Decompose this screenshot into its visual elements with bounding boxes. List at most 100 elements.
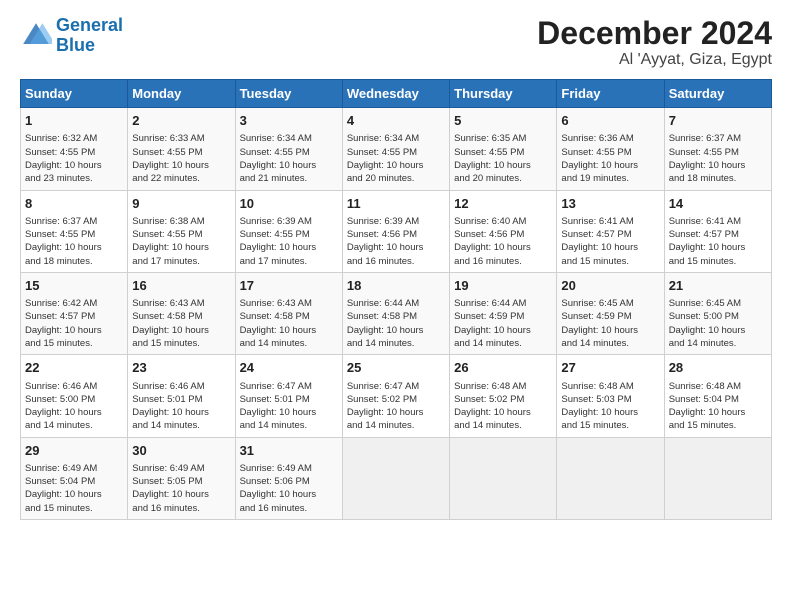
day-number: 4 — [347, 112, 445, 130]
day-info-line: Daylight: 10 hours — [561, 324, 659, 337]
day-info-line: Daylight: 10 hours — [25, 159, 123, 172]
calendar-cell: 4Sunrise: 6:34 AMSunset: 4:55 PMDaylight… — [342, 108, 449, 190]
logo-icon — [20, 20, 52, 52]
day-info-line: Sunrise: 6:34 AM — [347, 132, 445, 145]
day-info-line: Sunset: 5:00 PM — [669, 310, 767, 323]
day-number: 5 — [454, 112, 552, 130]
day-info-line: Sunrise: 6:47 AM — [347, 380, 445, 393]
day-number: 21 — [669, 277, 767, 295]
calendar-cell: 13Sunrise: 6:41 AMSunset: 4:57 PMDayligh… — [557, 190, 664, 272]
day-info-line: Sunrise: 6:32 AM — [25, 132, 123, 145]
weekday-header-row: Sunday Monday Tuesday Wednesday Thursday… — [21, 80, 772, 108]
day-info-line: Daylight: 10 hours — [669, 406, 767, 419]
day-info-line: and 14 minutes. — [669, 337, 767, 350]
day-info-line: Sunrise: 6:48 AM — [669, 380, 767, 393]
day-number: 2 — [132, 112, 230, 130]
calendar-cell: 8Sunrise: 6:37 AMSunset: 4:55 PMDaylight… — [21, 190, 128, 272]
day-info-line: Daylight: 10 hours — [454, 159, 552, 172]
day-info-line: Sunset: 5:00 PM — [25, 393, 123, 406]
day-number: 23 — [132, 359, 230, 377]
logo: General Blue — [20, 16, 123, 56]
header-monday: Monday — [128, 80, 235, 108]
calendar-body: 1Sunrise: 6:32 AMSunset: 4:55 PMDaylight… — [21, 108, 772, 520]
day-info-line: and 16 minutes. — [240, 502, 338, 515]
day-info-line: Sunrise: 6:48 AM — [561, 380, 659, 393]
calendar-cell: 24Sunrise: 6:47 AMSunset: 5:01 PMDayligh… — [235, 355, 342, 437]
day-info-line: Daylight: 10 hours — [25, 406, 123, 419]
day-info-line: and 14 minutes. — [347, 419, 445, 432]
day-info-line: and 21 minutes. — [240, 172, 338, 185]
calendar-cell: 16Sunrise: 6:43 AMSunset: 4:58 PMDayligh… — [128, 272, 235, 354]
day-info-line: Sunset: 5:02 PM — [454, 393, 552, 406]
day-number: 10 — [240, 195, 338, 213]
day-info-line: Sunrise: 6:49 AM — [25, 462, 123, 475]
day-info-line: and 16 minutes. — [347, 255, 445, 268]
calendar-cell: 7Sunrise: 6:37 AMSunset: 4:55 PMDaylight… — [664, 108, 771, 190]
day-info-line: Daylight: 10 hours — [347, 406, 445, 419]
day-info-line: Daylight: 10 hours — [240, 159, 338, 172]
day-info-line: and 14 minutes. — [347, 337, 445, 350]
day-info-line: Sunrise: 6:34 AM — [240, 132, 338, 145]
day-info-line: Sunset: 4:55 PM — [132, 146, 230, 159]
day-info-line: Daylight: 10 hours — [347, 324, 445, 337]
day-info-line: and 15 minutes. — [669, 255, 767, 268]
day-info-line: Sunset: 4:58 PM — [132, 310, 230, 323]
day-info-line: and 17 minutes. — [240, 255, 338, 268]
day-info-line: Sunset: 5:02 PM — [347, 393, 445, 406]
day-info-line: and 15 minutes. — [561, 255, 659, 268]
day-info-line: Sunset: 4:59 PM — [561, 310, 659, 323]
day-number: 28 — [669, 359, 767, 377]
calendar-table: Sunday Monday Tuesday Wednesday Thursday… — [20, 79, 772, 520]
day-info-line: Sunset: 4:56 PM — [454, 228, 552, 241]
day-info-line: Sunset: 4:55 PM — [347, 146, 445, 159]
day-info-line: Sunset: 4:55 PM — [240, 228, 338, 241]
day-number: 11 — [347, 195, 445, 213]
day-info-line: Daylight: 10 hours — [454, 324, 552, 337]
day-info-line: Sunrise: 6:33 AM — [132, 132, 230, 145]
day-info-line: Sunset: 5:06 PM — [240, 475, 338, 488]
day-info-line: and 15 minutes. — [132, 337, 230, 350]
day-number: 13 — [561, 195, 659, 213]
day-number: 17 — [240, 277, 338, 295]
day-number: 8 — [25, 195, 123, 213]
day-info-line: Sunset: 4:55 PM — [25, 146, 123, 159]
day-number: 16 — [132, 277, 230, 295]
day-info-line: and 14 minutes. — [25, 419, 123, 432]
day-info-line: and 15 minutes. — [561, 419, 659, 432]
calendar-cell: 29Sunrise: 6:49 AMSunset: 5:04 PMDayligh… — [21, 437, 128, 519]
day-info-line: and 19 minutes. — [561, 172, 659, 185]
day-info-line: Sunrise: 6:37 AM — [25, 215, 123, 228]
day-info-line: and 14 minutes. — [561, 337, 659, 350]
day-number: 29 — [25, 442, 123, 460]
day-info-line: Daylight: 10 hours — [240, 488, 338, 501]
day-info-line: Sunrise: 6:48 AM — [454, 380, 552, 393]
title-block: December 2024 Al 'Ayyat, Giza, Egypt — [537, 16, 772, 69]
calendar-cell: 23Sunrise: 6:46 AMSunset: 5:01 PMDayligh… — [128, 355, 235, 437]
day-info-line: and 16 minutes. — [132, 502, 230, 515]
calendar-cell: 30Sunrise: 6:49 AMSunset: 5:05 PMDayligh… — [128, 437, 235, 519]
day-info-line: Daylight: 10 hours — [669, 324, 767, 337]
calendar-week-row: 29Sunrise: 6:49 AMSunset: 5:04 PMDayligh… — [21, 437, 772, 519]
day-info-line: and 15 minutes. — [25, 337, 123, 350]
day-info-line: Daylight: 10 hours — [25, 241, 123, 254]
day-info-line: Sunrise: 6:46 AM — [132, 380, 230, 393]
day-info-line: Daylight: 10 hours — [240, 406, 338, 419]
calendar-cell: 22Sunrise: 6:46 AMSunset: 5:00 PMDayligh… — [21, 355, 128, 437]
day-info-line: Daylight: 10 hours — [132, 324, 230, 337]
calendar-week-row: 22Sunrise: 6:46 AMSunset: 5:00 PMDayligh… — [21, 355, 772, 437]
calendar-cell: 31Sunrise: 6:49 AMSunset: 5:06 PMDayligh… — [235, 437, 342, 519]
day-info-line: and 17 minutes. — [132, 255, 230, 268]
day-info-line: Sunrise: 6:49 AM — [240, 462, 338, 475]
day-info-line: and 16 minutes. — [454, 255, 552, 268]
day-info-line: Daylight: 10 hours — [561, 159, 659, 172]
day-info-line: Sunset: 4:55 PM — [240, 146, 338, 159]
day-number: 26 — [454, 359, 552, 377]
calendar-cell: 15Sunrise: 6:42 AMSunset: 4:57 PMDayligh… — [21, 272, 128, 354]
day-info-line: Sunrise: 6:45 AM — [561, 297, 659, 310]
calendar-cell: 6Sunrise: 6:36 AMSunset: 4:55 PMDaylight… — [557, 108, 664, 190]
calendar-cell: 1Sunrise: 6:32 AMSunset: 4:55 PMDaylight… — [21, 108, 128, 190]
day-info-line: and 14 minutes. — [240, 337, 338, 350]
day-info-line: Sunset: 4:55 PM — [132, 228, 230, 241]
calendar-cell — [557, 437, 664, 519]
calendar-cell: 17Sunrise: 6:43 AMSunset: 4:58 PMDayligh… — [235, 272, 342, 354]
